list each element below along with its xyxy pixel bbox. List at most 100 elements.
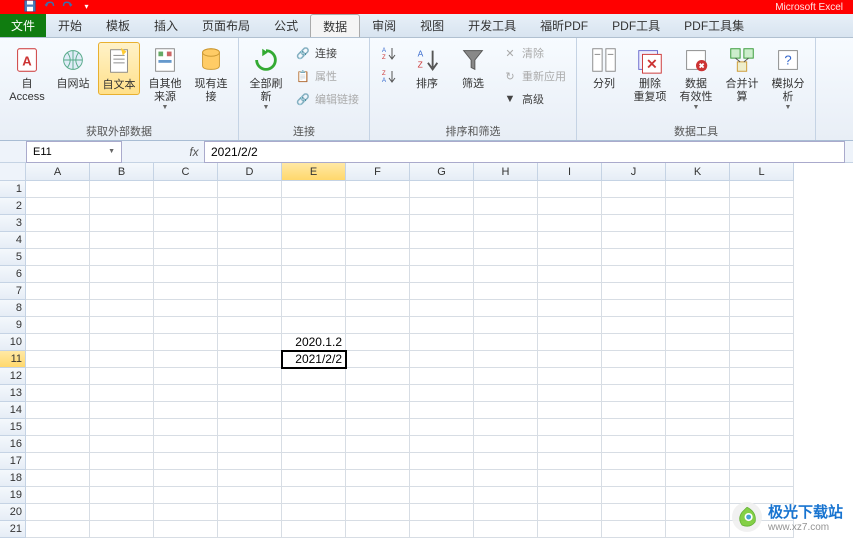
cell-E3[interactable] [282,215,346,232]
cell-J12[interactable] [602,368,666,385]
cell-C3[interactable] [154,215,218,232]
cell-G14[interactable] [410,402,474,419]
cell-F8[interactable] [346,300,410,317]
reapply-button[interactable]: ↻重新应用 [498,65,570,87]
col-header-A[interactable]: A [26,163,90,181]
cell-B15[interactable] [90,419,154,436]
cell-A5[interactable] [26,249,90,266]
cell-E2[interactable] [282,198,346,215]
cell-F14[interactable] [346,402,410,419]
cell-K1[interactable] [666,181,730,198]
cell-C4[interactable] [154,232,218,249]
cell-K14[interactable] [666,402,730,419]
cell-J21[interactable] [602,521,666,538]
cell-B19[interactable] [90,487,154,504]
cell-B18[interactable] [90,470,154,487]
cell-D19[interactable] [218,487,282,504]
cell-I6[interactable] [538,266,602,283]
cell-H12[interactable] [474,368,538,385]
cell-J1[interactable] [602,181,666,198]
cell-A7[interactable] [26,283,90,300]
cell-A18[interactable] [26,470,90,487]
cell-A9[interactable] [26,317,90,334]
row-header-12[interactable]: 12 [0,368,26,385]
tab-pagelayout[interactable]: 页面布局 [190,14,262,37]
tab-foxit[interactable]: 福昕PDF [528,14,600,37]
cell-A3[interactable] [26,215,90,232]
cell-B20[interactable] [90,504,154,521]
cell-I14[interactable] [538,402,602,419]
col-header-K[interactable]: K [666,163,730,181]
tab-dev[interactable]: 开发工具 [456,14,528,37]
cell-D9[interactable] [218,317,282,334]
cell-E21[interactable] [282,521,346,538]
cell-G11[interactable] [410,351,474,368]
cell-I7[interactable] [538,283,602,300]
cell-F2[interactable] [346,198,410,215]
name-box-dropdown-icon[interactable]: ▼ [108,148,115,155]
cell-L9[interactable] [730,317,794,334]
cell-A21[interactable] [26,521,90,538]
cell-E18[interactable] [282,470,346,487]
row-header-17[interactable]: 17 [0,453,26,470]
cell-H9[interactable] [474,317,538,334]
cell-H7[interactable] [474,283,538,300]
cell-D6[interactable] [218,266,282,283]
row-header-19[interactable]: 19 [0,487,26,504]
cell-D1[interactable] [218,181,282,198]
cell-B11[interactable] [90,351,154,368]
tab-pdftoolset[interactable]: PDF工具集 [672,14,756,37]
undo-icon[interactable] [42,0,55,13]
cell-A1[interactable] [26,181,90,198]
cell-L2[interactable] [730,198,794,215]
cell-B17[interactable] [90,453,154,470]
row-header-5[interactable]: 5 [0,249,26,266]
col-header-F[interactable]: F [346,163,410,181]
cell-L3[interactable] [730,215,794,232]
cell-I12[interactable] [538,368,602,385]
tab-home[interactable]: 开始 [46,14,94,37]
cell-H6[interactable] [474,266,538,283]
cell-C1[interactable] [154,181,218,198]
cell-E10[interactable]: 2020.1.2 [282,334,346,351]
cell-C5[interactable] [154,249,218,266]
cell-C13[interactable] [154,385,218,402]
cell-C20[interactable] [154,504,218,521]
col-header-I[interactable]: I [538,163,602,181]
cell-B2[interactable] [90,198,154,215]
cell-K3[interactable] [666,215,730,232]
cell-A2[interactable] [26,198,90,215]
save-icon[interactable] [23,0,36,13]
col-header-H[interactable]: H [474,163,538,181]
cell-F12[interactable] [346,368,410,385]
whatif-button[interactable]: ? 模拟分析 ▼ [767,42,809,113]
cell-L18[interactable] [730,470,794,487]
cell-I17[interactable] [538,453,602,470]
cell-B9[interactable] [90,317,154,334]
cell-L13[interactable] [730,385,794,402]
cell-A8[interactable] [26,300,90,317]
cell-G15[interactable] [410,419,474,436]
cell-L4[interactable] [730,232,794,249]
cell-K11[interactable] [666,351,730,368]
cell-A6[interactable] [26,266,90,283]
cell-H5[interactable] [474,249,538,266]
edit-links-button[interactable]: 🔗编辑链接 [291,88,363,110]
data-validation-button[interactable]: 数据 有效性 ▼ [675,42,717,113]
cell-I5[interactable] [538,249,602,266]
cell-J14[interactable] [602,402,666,419]
cell-J20[interactable] [602,504,666,521]
cell-G2[interactable] [410,198,474,215]
cell-K8[interactable] [666,300,730,317]
cell-F13[interactable] [346,385,410,402]
cell-H8[interactable] [474,300,538,317]
cell-C21[interactable] [154,521,218,538]
cell-A15[interactable] [26,419,90,436]
cell-C6[interactable] [154,266,218,283]
cell-G16[interactable] [410,436,474,453]
cell-E17[interactable] [282,453,346,470]
cell-C11[interactable] [154,351,218,368]
cell-J7[interactable] [602,283,666,300]
cell-G6[interactable] [410,266,474,283]
cell-F10[interactable] [346,334,410,351]
